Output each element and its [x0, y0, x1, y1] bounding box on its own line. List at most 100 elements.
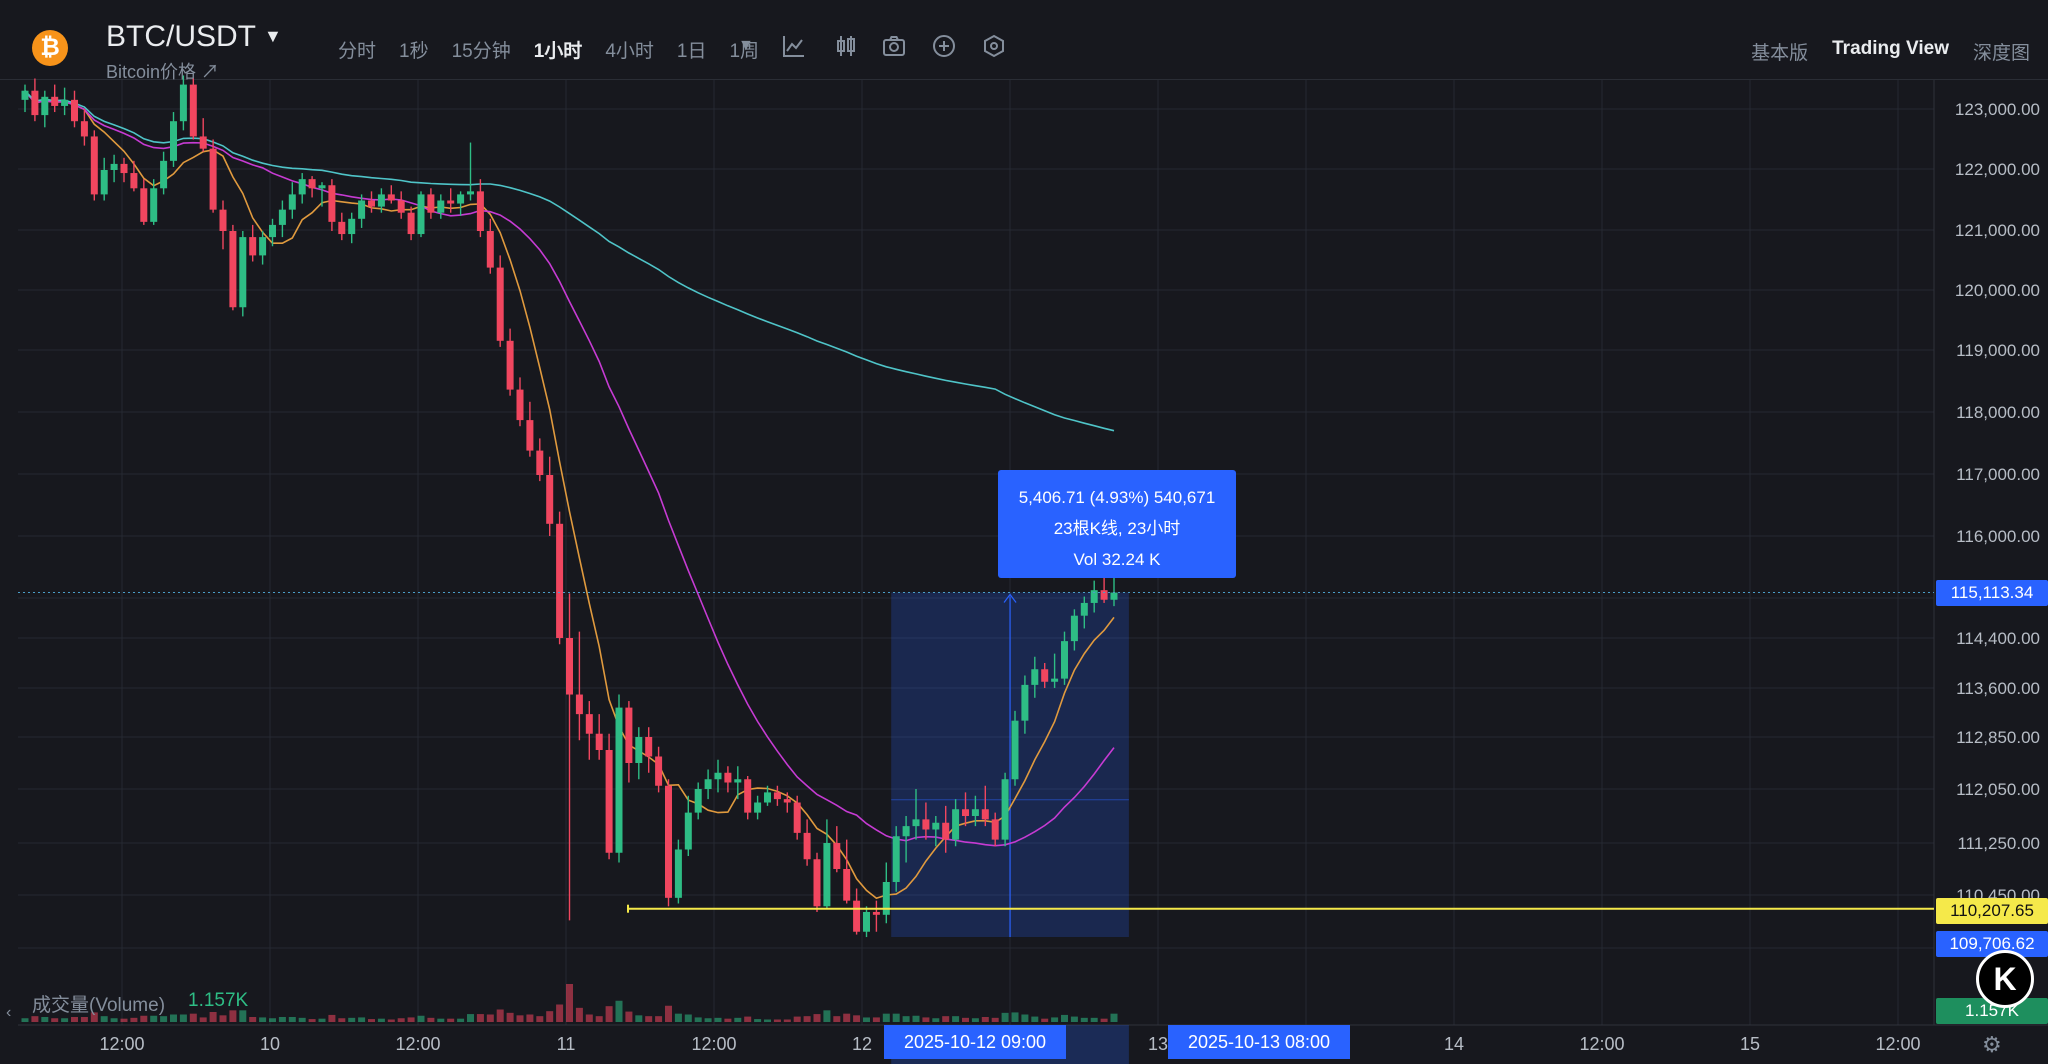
volume-bar [160, 1016, 168, 1022]
volume-label: 成交量(Volume) [32, 995, 166, 1016]
volume-bar [556, 1004, 564, 1022]
candle-up [457, 194, 465, 204]
candle-up [100, 170, 108, 195]
volume-bar [41, 1017, 49, 1022]
volume-bar [833, 1016, 841, 1022]
candle-down [546, 475, 554, 524]
volume-bar [120, 1018, 128, 1022]
measure-tooltip-change: 5,406.71 (4.93%) 540,671 [1018, 488, 1216, 507]
candle-down [51, 96, 59, 106]
candle-down [962, 809, 969, 816]
volume-bar [605, 1006, 613, 1022]
candle-up [615, 707, 623, 853]
candle-up [417, 194, 425, 235]
volume-bar [71, 1017, 78, 1022]
volume-bar [625, 1011, 633, 1022]
time-axis-label: 13 [1148, 1034, 1168, 1054]
candle-down [249, 237, 257, 256]
candle-up [358, 200, 366, 219]
candle-up [239, 237, 247, 308]
volume-bar [397, 1018, 405, 1022]
volume-bar [1070, 1016, 1078, 1022]
volume-bar [922, 1017, 930, 1022]
volume-bar [942, 1016, 950, 1022]
volume-bar [734, 1017, 742, 1022]
candle-down [595, 733, 603, 750]
price-axis-label: 116,000.00 [1956, 527, 2040, 546]
volume-bar [328, 1014, 336, 1022]
measure-tooltip-bars: 23根K线, 23小时 [1053, 519, 1181, 538]
volume-bar [1041, 1018, 1049, 1022]
candle-up [259, 237, 267, 256]
volume-bar [971, 1018, 979, 1022]
candle-down [31, 90, 39, 116]
candle-down [744, 779, 752, 813]
volume-bar [793, 1016, 801, 1022]
price-axis-label: 113,600.00 [1956, 679, 2040, 698]
time-axis-label: 12:00 [395, 1034, 440, 1054]
candle-down [1100, 590, 1108, 600]
candle-up [863, 911, 870, 932]
price-axis-label: 111,250.00 [1957, 834, 2040, 853]
candle-down [803, 832, 811, 860]
candle-up [288, 194, 296, 210]
time-axis-label: 12 [852, 1034, 872, 1054]
candle-down [407, 212, 415, 235]
volume-bar [308, 1019, 316, 1022]
volume-bar [338, 1018, 346, 1022]
candle-down [556, 523, 564, 638]
candle-down [368, 200, 375, 207]
volume-bar [764, 1019, 771, 1022]
candle-up [269, 224, 276, 238]
candle-down [813, 859, 821, 907]
price-axis-label: 123,000.00 [1955, 100, 2040, 119]
collapse-left-chevron-icon[interactable]: ‹ [6, 1004, 11, 1022]
chart-settings-gear-icon[interactable]: ⚙ [1982, 1032, 2002, 1058]
candle-up [1031, 669, 1039, 685]
candle-down [922, 819, 930, 830]
candle-up [882, 882, 890, 915]
candle-down [625, 707, 633, 763]
candle-up [437, 200, 445, 213]
volume-bar [952, 1016, 960, 1022]
volume-bar [536, 1016, 544, 1022]
volume-bar [1031, 1016, 1039, 1022]
volume-bar [1100, 1018, 1108, 1022]
volume-bar [1110, 1013, 1118, 1022]
price-axis-label: 114,400.00 [1956, 629, 2040, 648]
volume-bar [1001, 1012, 1009, 1022]
candle-down [209, 148, 217, 210]
volume-bar [288, 1017, 296, 1022]
volume-bar [981, 1017, 989, 1022]
candle-down [397, 200, 405, 213]
candle-down [80, 121, 88, 137]
candle-up [179, 84, 187, 122]
candle-up [61, 99, 69, 106]
volume-bar [724, 1018, 732, 1022]
volume-bar [575, 1007, 583, 1022]
range-start-time-tag: 2025-10-12 09:00 [884, 1025, 1066, 1059]
volume-bar [31, 1016, 39, 1022]
price-axis-label: 112,850.00 [1956, 728, 2040, 747]
volume-bar [467, 1014, 474, 1022]
candle-down [793, 802, 801, 833]
candle-down [427, 194, 435, 213]
candle-up [348, 218, 356, 235]
candle-up [1061, 641, 1068, 679]
price-axis-label: 119,000.00 [1956, 341, 2040, 360]
candle-up [734, 779, 742, 783]
volume-bar [100, 1016, 108, 1022]
candle-down [872, 911, 880, 915]
price-axis-label: 120,000.00 [1955, 281, 2040, 300]
candle-down [575, 694, 583, 715]
volume-bar [21, 1018, 29, 1022]
candle-down [991, 819, 999, 840]
candle-down [229, 231, 237, 308]
k-logo-icon[interactable]: K [1976, 950, 2034, 1008]
candle-up [1001, 779, 1009, 840]
candle-down [90, 136, 98, 195]
volume-bar [783, 1019, 791, 1022]
candle-up [912, 819, 920, 827]
candle-down [605, 750, 613, 853]
volume-bar [1080, 1017, 1088, 1022]
